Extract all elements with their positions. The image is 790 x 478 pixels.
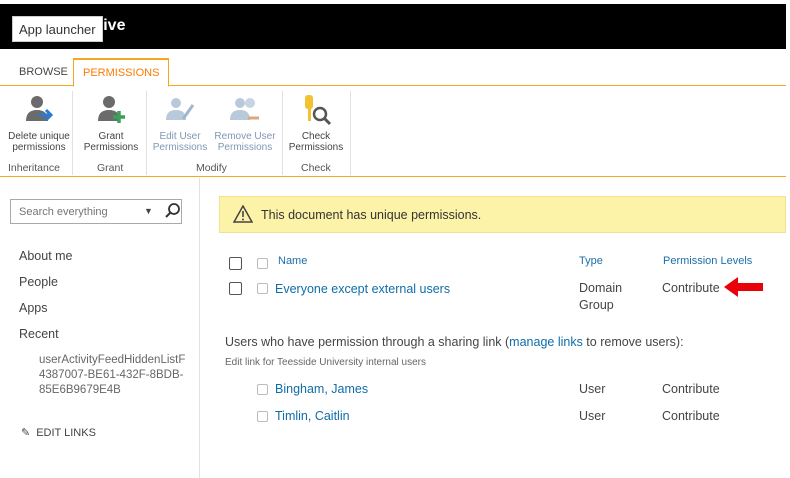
ribbon-tabs: BROWSE PERMISSIONS: [0, 58, 786, 87]
nav-apps[interactable]: Apps: [19, 301, 48, 315]
group-divider: [350, 91, 351, 175]
pencil-icon: ✎: [21, 427, 31, 439]
search-input[interactable]: [11, 200, 135, 223]
user-type: User: [579, 382, 606, 396]
group-inheritance: Inheritance: [8, 162, 60, 174]
banner-text: This document has unique permissions.: [261, 208, 482, 222]
check-label-1: Check: [301, 131, 331, 142]
edit-user-permissions-button[interactable]: Edit User Permissions: [150, 93, 210, 153]
remove-user-permissions-button[interactable]: Remove User Permissions: [212, 93, 278, 153]
row-name-link[interactable]: Everyone except external users: [275, 282, 450, 296]
group-divider: [282, 91, 283, 175]
group-modify: Modify: [196, 162, 227, 174]
edit-links-button[interactable]: ✎ EDIT LINKS: [21, 426, 96, 439]
sharing-text-after: to remove users):: [582, 335, 684, 349]
grant-label-1: Grant: [98, 131, 124, 142]
red-arrow-annotation: [724, 277, 763, 297]
check-permissions-icon: [305, 95, 332, 126]
group-grant: Grant: [97, 162, 124, 174]
manage-links-link[interactable]: manage links: [509, 335, 583, 349]
grant-permissions-button[interactable]: Grant Permissions: [80, 93, 142, 153]
grant-permissions-icon: [98, 96, 125, 123]
grant-label-2: Permissions: [83, 142, 139, 153]
column-header-permission-levels[interactable]: Permission Levels: [663, 255, 752, 267]
nav-recent[interactable]: Recent: [19, 327, 59, 341]
nav-recent-item[interactable]: userActivityFeedHiddenListF4387007-BE61-…: [39, 353, 189, 398]
user-checkbox[interactable]: [257, 384, 268, 395]
search-icon[interactable]: [163, 201, 183, 221]
app-launcher-tooltip[interactable]: App launcher: [12, 16, 103, 42]
edit-user-label-2: Permissions: [152, 142, 208, 153]
delete-unique-label-1: Delete unique: [8, 131, 70, 142]
sharing-link-text: Users who have permission through a shar…: [225, 335, 684, 349]
ribbon: Delete unique permissions Inheritance Gr…: [0, 87, 786, 177]
group-check: Check: [301, 162, 331, 174]
row-item-checkbox[interactable]: [257, 283, 268, 294]
left-navigation: ▼ About me People Apps Recent userActivi…: [0, 178, 200, 478]
suite-bar: rive: [0, 4, 786, 49]
warning-icon: [233, 205, 253, 223]
column-header-type[interactable]: Type: [579, 255, 603, 267]
check-permissions-button[interactable]: Check Permissions: [286, 93, 346, 153]
edit-user-label-1: Edit User: [159, 131, 201, 142]
row-select-checkbox[interactable]: [229, 282, 242, 295]
check-label-2: Permissions: [288, 142, 344, 153]
row-type-line2: Group: [579, 298, 614, 312]
user-permission-level: Contribute: [662, 409, 720, 423]
row-type-line1: Domain: [579, 281, 623, 295]
delete-unique-label-2: permissions: [12, 142, 66, 153]
unique-permissions-banner: This document has unique permissions.: [219, 196, 786, 233]
sharing-text-before: Users who have permission through a shar…: [225, 335, 510, 349]
edit-link-label: Edit link for Teesside University intern…: [225, 357, 427, 368]
row-permission-level: Contribute: [662, 281, 720, 295]
column-header-name[interactable]: Name: [278, 255, 307, 267]
group-divider: [146, 91, 147, 175]
remove-user-label-1: Remove User: [214, 131, 276, 142]
delete-permissions-icon: [26, 96, 54, 122]
remove-user-label-2: Permissions: [217, 142, 273, 153]
group-divider: [72, 91, 73, 175]
user-checkbox[interactable]: [257, 411, 268, 422]
select-all-checkbox[interactable]: [229, 257, 242, 270]
edit-links-label: EDIT LINKS: [36, 427, 96, 439]
user-type: User: [579, 409, 606, 423]
user-name-link[interactable]: Timlin, Caitlin: [275, 409, 350, 423]
remove-user-icon: [230, 98, 259, 120]
delete-unique-permissions-button[interactable]: Delete unique permissions: [4, 93, 74, 153]
tab-permissions[interactable]: PERMISSIONS: [73, 58, 170, 87]
edit-user-icon: [166, 98, 195, 120]
nav-about-me[interactable]: About me: [19, 249, 73, 263]
search-scope-dropdown-icon[interactable]: ▼: [144, 206, 153, 216]
search-box: ▼: [10, 199, 182, 224]
nav-people[interactable]: People: [19, 275, 58, 289]
header-item-checkbox[interactable]: [257, 258, 268, 269]
tab-browse[interactable]: BROWSE: [10, 58, 77, 86]
user-name-link[interactable]: Bingham, James: [275, 382, 368, 396]
user-permission-level: Contribute: [662, 382, 720, 396]
